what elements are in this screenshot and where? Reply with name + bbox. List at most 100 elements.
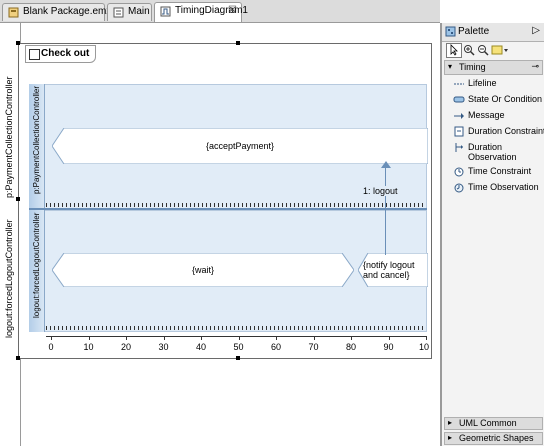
tab-main[interactable]: Main bbox=[107, 3, 152, 21]
selection-handle[interactable] bbox=[236, 41, 240, 45]
time-constraint-icon bbox=[453, 166, 465, 177]
axis-tick-label: 40 bbox=[195, 342, 207, 352]
palette-item-label: Duration Constraint bbox=[468, 126, 544, 136]
axis-tick-label: 60 bbox=[270, 342, 282, 352]
time-observation-icon bbox=[453, 182, 465, 193]
axis-tick bbox=[88, 336, 90, 340]
palette-item-label: State Or Condition bbox=[468, 94, 543, 104]
zoom-out-icon[interactable] bbox=[476, 44, 490, 57]
selection-handle[interactable] bbox=[16, 41, 20, 45]
state-label: {wait} bbox=[191, 265, 215, 275]
selection-handle[interactable] bbox=[236, 356, 240, 360]
palette-item-label-line: Observation bbox=[468, 152, 517, 162]
palette-item-label: Duration Observation bbox=[468, 142, 517, 162]
duration-observation-icon bbox=[453, 142, 465, 153]
axis-tick bbox=[126, 336, 127, 340]
model-file-icon bbox=[8, 7, 19, 18]
state-wait[interactable]: {wait} bbox=[52, 253, 354, 287]
pin-icon[interactable]: ⊸ bbox=[531, 61, 539, 72]
frame-title-text: Check out bbox=[41, 48, 90, 59]
palette-panel: Palette ▷ ▾ Timing ⊸ Lifeline State Or C… bbox=[441, 23, 544, 446]
drawer-timing[interactable]: ▾ Timing ⊸ bbox=[444, 60, 543, 75]
tab-blank-package[interactable]: Blank Package.emx bbox=[2, 3, 111, 21]
palette-title: Palette bbox=[458, 26, 490, 37]
lifeline-icon bbox=[453, 78, 465, 89]
select-pointer-icon[interactable] bbox=[446, 43, 462, 58]
timing-diagram-icon bbox=[160, 6, 171, 17]
axis-tick-label: 10 bbox=[418, 342, 430, 352]
palette-item-message[interactable]: Message bbox=[445, 109, 543, 123]
collapse-palette-icon[interactable]: ▷ bbox=[532, 25, 540, 36]
time-axis bbox=[46, 336, 426, 337]
message-arrow-icon bbox=[453, 110, 465, 121]
palette-item-label: Lifeline bbox=[468, 78, 497, 88]
drawer-label: Geometric Shapes bbox=[459, 433, 534, 443]
axis-tick bbox=[313, 336, 315, 340]
tab-label: Main bbox=[128, 6, 150, 17]
axis-tick-label: 50 bbox=[233, 342, 244, 352]
state-icon bbox=[453, 94, 465, 105]
axis-tick bbox=[201, 336, 202, 340]
state-accept-payment[interactable]: {acceptPayment} bbox=[52, 128, 428, 164]
lifeline-outer-label: p:PaymentCollectionController bbox=[4, 76, 14, 198]
palette-item-label: Time Observation bbox=[468, 182, 539, 192]
arrow-head-icon bbox=[381, 161, 391, 168]
chevron-down-icon: ▾ bbox=[448, 62, 453, 71]
palette-item-time-constraint[interactable]: Time Constraint bbox=[445, 165, 543, 179]
palette-item-duration-observation[interactable]: Duration Observation bbox=[445, 141, 543, 163]
axis-tick bbox=[238, 336, 240, 340]
duration-constraint-icon bbox=[453, 126, 465, 137]
axis-tick-label: 10 bbox=[83, 342, 94, 352]
state-label: {acceptPayment} bbox=[205, 141, 275, 151]
axis-tick-label: 70 bbox=[308, 342, 319, 352]
axis-tick-label: 30 bbox=[158, 342, 169, 352]
axis-tick-label: 90 bbox=[383, 342, 394, 352]
palette-item-lifeline[interactable]: Lifeline bbox=[445, 77, 543, 91]
palette-item-time-observation[interactable]: Time Observation bbox=[445, 181, 543, 195]
drawer-geometric-shapes[interactable]: ▸ Geometric Shapes bbox=[444, 432, 543, 445]
axis-tick bbox=[388, 336, 390, 340]
tab-label: TimingDiagram1 bbox=[175, 5, 248, 16]
palette-header: Palette ▷ bbox=[442, 23, 544, 42]
axis-tick-label: 80 bbox=[345, 342, 357, 352]
zoom-in-icon[interactable] bbox=[462, 44, 476, 57]
tab-label: Blank Package.emx bbox=[23, 6, 112, 17]
palette-item-label-line: Duration bbox=[468, 142, 503, 152]
palette-item-label: Time Constraint bbox=[468, 166, 532, 176]
editor-tab-bar: Blank Package.emx Main TimingDiagram1 ☒ bbox=[0, 0, 440, 23]
tab-timing-diagram[interactable]: TimingDiagram1 ☒ bbox=[154, 2, 248, 22]
selection-handle[interactable] bbox=[16, 356, 20, 360]
close-icon[interactable]: ☒ bbox=[228, 5, 237, 16]
axis-tick bbox=[426, 336, 427, 340]
palette-toolbar bbox=[444, 42, 543, 60]
axis-tick bbox=[163, 336, 165, 340]
diagram-file-icon bbox=[113, 7, 124, 18]
note-tool-icon[interactable] bbox=[491, 44, 509, 57]
message-label: 1: logout bbox=[363, 186, 398, 196]
state-label: {notify logout and cancel} bbox=[363, 260, 415, 280]
drawer-label: UML Common bbox=[459, 418, 517, 428]
axis-tick-label: 20 bbox=[120, 342, 132, 352]
lifeline-label: logout:forcedLogoutController bbox=[32, 212, 41, 318]
drawer-uml-common[interactable]: ▸ UML Common bbox=[444, 417, 543, 430]
palette-icon bbox=[445, 26, 456, 40]
lifeline-outer-label: logout:forcedLogoutController bbox=[4, 219, 14, 338]
frame-icon bbox=[29, 49, 40, 60]
lifeline-label: p:PaymentCollectionController bbox=[32, 85, 41, 194]
time-ticks bbox=[46, 326, 426, 330]
palette-item-duration-constraint[interactable]: Duration Constraint bbox=[445, 125, 544, 139]
chevron-right-icon: ▸ bbox=[448, 418, 453, 427]
axis-tick-label: 0 bbox=[48, 342, 54, 352]
axis-tick bbox=[51, 336, 52, 340]
chevron-right-icon: ▸ bbox=[448, 433, 453, 442]
axis-tick bbox=[276, 336, 277, 340]
state-notify-logout[interactable]: {notify logout and cancel} bbox=[358, 253, 428, 287]
palette-item-state[interactable]: State Or Condition bbox=[445, 93, 543, 107]
selection-handle[interactable] bbox=[16, 197, 20, 201]
palette-item-label: Message bbox=[468, 110, 505, 120]
message-line[interactable] bbox=[385, 165, 386, 255]
time-ticks bbox=[46, 203, 426, 207]
frame-title: Check out bbox=[25, 45, 97, 63]
drawer-label: Timing bbox=[459, 62, 486, 72]
axis-tick bbox=[351, 336, 352, 340]
